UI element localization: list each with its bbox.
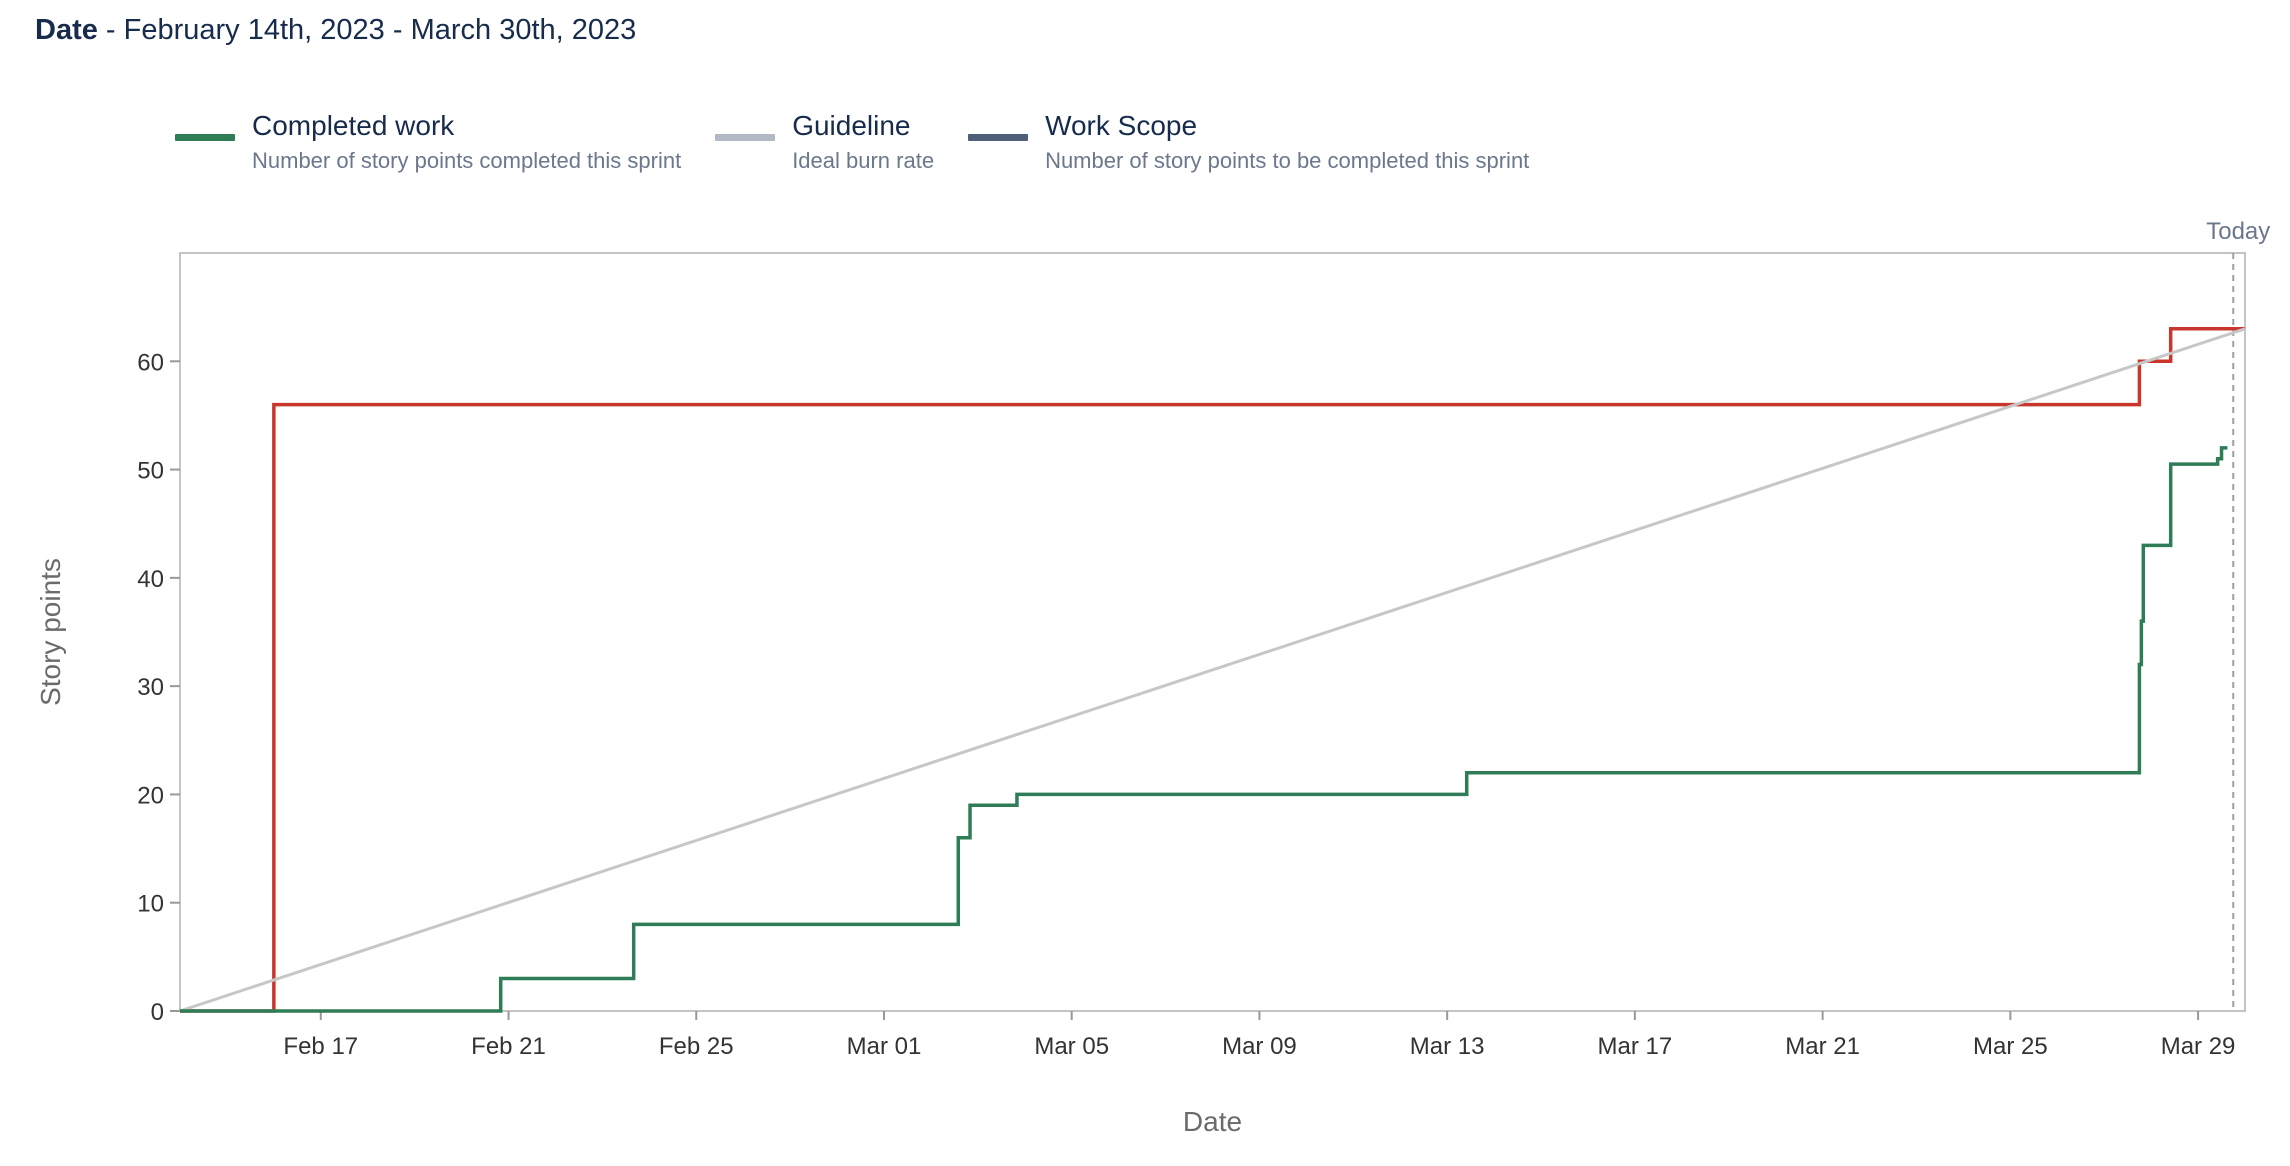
burnup-chart: 0 10 20 30 40 50 60 Feb 17 Feb 21 Feb 25 Mar 01 Mar… bbox=[35, 218, 2270, 1137]
series-line-guideline bbox=[179, 327, 2246, 1013]
x-tick-label: Mar 05 bbox=[1034, 1033, 1109, 1060]
today-marker-label: Today bbox=[2206, 218, 2270, 245]
x-tick-label: Mar 13 bbox=[1410, 1033, 1485, 1060]
y-tick-label: 60 bbox=[137, 349, 164, 376]
y-tick-label: 40 bbox=[137, 566, 164, 593]
series-line-completed-work bbox=[180, 446, 2228, 1013]
x-tick-label: Feb 21 bbox=[471, 1033, 546, 1060]
y-tick-label: 50 bbox=[137, 458, 164, 485]
x-tick-label: Mar 09 bbox=[1222, 1033, 1297, 1060]
y-axis-label: Story points bbox=[35, 558, 66, 706]
x-tick-label: Feb 17 bbox=[283, 1033, 358, 1060]
x-tick-label: Mar 01 bbox=[847, 1033, 922, 1060]
y-tick-label: 10 bbox=[137, 891, 164, 918]
x-tick-label: Mar 25 bbox=[1973, 1033, 2048, 1060]
x-tick-label: Mar 21 bbox=[1785, 1033, 1860, 1060]
y-tick-label: 30 bbox=[137, 674, 164, 701]
x-tick-label: Feb 25 bbox=[659, 1033, 734, 1060]
y-tick-label: 0 bbox=[151, 999, 164, 1026]
plot-frame bbox=[179, 252, 2246, 1012]
y-tick-label: 20 bbox=[137, 782, 164, 809]
x-tick-label: Mar 29 bbox=[2161, 1033, 2236, 1060]
x-tick-label: Mar 17 bbox=[1598, 1033, 1673, 1060]
x-axis-label: Date bbox=[1183, 1106, 1242, 1137]
